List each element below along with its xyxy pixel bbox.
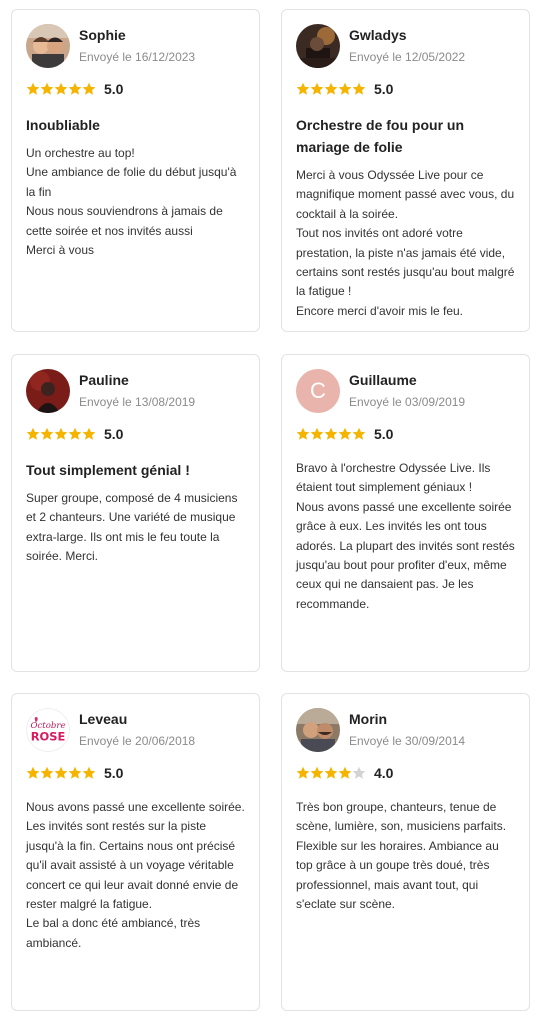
review-header: Gwladys Envoyé le 12/05/2022 (296, 24, 515, 68)
star-filled-icon (82, 82, 96, 95)
star-filled-icon (40, 766, 54, 779)
rating: 5.0 (26, 80, 245, 98)
star-rating (26, 766, 96, 780)
rating: 5.0 (26, 764, 245, 782)
star-filled-icon (82, 766, 96, 779)
review-date: Envoyé le 13/08/2019 (79, 394, 196, 409)
review-body: Super groupe, composé de 4 musiciens et … (26, 491, 238, 564)
star-empty-icon (352, 766, 366, 779)
star-rating (26, 427, 96, 441)
star-filled-icon (68, 766, 82, 779)
review-date: Envoyé le 16/12/2023 (79, 49, 196, 64)
star-rating (26, 82, 96, 96)
star-filled-icon (82, 427, 96, 440)
review-header: Pauline Envoyé le 13/08/2019 (26, 369, 245, 413)
avatar (26, 24, 70, 68)
review-date: Envoyé le 20/06/2018 (79, 733, 196, 748)
star-filled-icon (324, 82, 338, 95)
rating: 5.0 (26, 425, 245, 443)
star-filled-icon (40, 82, 54, 95)
star-filled-icon (310, 766, 324, 779)
review-body: Bravo à l'orchestre Odyssée Live. Ils ét… (296, 461, 515, 611)
rating: 5.0 (296, 425, 515, 443)
rating-score: 5.0 (104, 81, 124, 97)
star-filled-icon (296, 427, 310, 440)
star-filled-icon (26, 82, 40, 95)
star-filled-icon (324, 427, 338, 440)
review-card: Octobre ROSE Leveau Envoyé le 20/06/2018… (11, 693, 260, 1011)
review-header: C Guillaume Envoyé le 03/09/2019 (296, 369, 515, 413)
rating-score: 5.0 (374, 81, 394, 97)
reviewer-name: Leveau (79, 710, 128, 727)
review-date: Envoyé le 12/05/2022 (349, 49, 466, 64)
star-rating (296, 82, 366, 96)
rating-score: 5.0 (104, 426, 124, 442)
star-filled-icon (338, 427, 352, 440)
reviewer-name: Morin (349, 710, 388, 727)
rating: 4.0 (296, 764, 515, 782)
review-header: Morin Envoyé le 30/09/2014 (296, 708, 515, 752)
star-filled-icon (54, 766, 68, 779)
review-title: Tout simplement génial ! (26, 462, 190, 478)
review-date: Envoyé le 30/09/2014 (349, 733, 466, 748)
review-title: Inoubliable (26, 117, 100, 133)
star-filled-icon (26, 766, 40, 779)
review-card: C Guillaume Envoyé le 03/09/2019 5.0 Bra… (281, 354, 530, 672)
rating-score: 5.0 (374, 426, 394, 442)
review-card: Pauline Envoyé le 13/08/2019 5.0 Tout si… (11, 354, 260, 672)
svg-text:ROSE: ROSE (31, 730, 66, 744)
review-body: Merci à vous Odyssée Live pour ce magnif… (296, 168, 515, 318)
star-filled-icon (68, 82, 82, 95)
reviewer-name: Sophie (79, 26, 126, 43)
star-filled-icon (40, 427, 54, 440)
star-filled-icon (310, 82, 324, 95)
star-filled-icon (296, 82, 310, 95)
review-header: Octobre ROSE Leveau Envoyé le 20/06/2018 (26, 708, 245, 752)
star-filled-icon (296, 766, 310, 779)
star-filled-icon (352, 82, 366, 95)
rating-score: 5.0 (104, 765, 124, 781)
reviewer-name: Guillaume (349, 371, 417, 388)
star-rating (296, 766, 366, 780)
review-body: Nous avons passé une excellente soirée. … (26, 800, 245, 950)
review-header: Sophie Envoyé le 16/12/2023 (26, 24, 245, 68)
reviewer-name: Pauline (79, 371, 129, 388)
reviews-grid: Sophie Envoyé le 16/12/2023 5.0 Inoublia… (0, 0, 542, 1024)
star-rating (296, 427, 366, 441)
star-filled-icon (68, 427, 82, 440)
rating: 5.0 (296, 80, 515, 98)
avatar (296, 24, 340, 68)
star-filled-icon (324, 766, 338, 779)
avatar (26, 369, 70, 413)
review-card: Morin Envoyé le 30/09/2014 4.0 Très bon … (281, 693, 530, 1011)
reviewer-name: Gwladys (349, 26, 407, 43)
star-filled-icon (338, 766, 352, 779)
star-filled-icon (54, 82, 68, 95)
avatar (296, 708, 340, 752)
star-filled-icon (26, 427, 40, 440)
avatar: Octobre ROSE (26, 708, 70, 752)
avatar-letter: C (296, 369, 340, 413)
star-filled-icon (352, 427, 366, 440)
review-title: Orchestre de fou pour un mariage de foli… (296, 117, 465, 155)
review-body: Très bon groupe, chanteurs, tenue de scè… (296, 800, 507, 912)
review-card: Sophie Envoyé le 16/12/2023 5.0 Inoublia… (11, 9, 260, 332)
star-filled-icon (310, 427, 324, 440)
review-body: Un orchestre au top! Une ambiance de fol… (26, 146, 237, 258)
review-card: Gwladys Envoyé le 12/05/2022 5.0 Orchest… (281, 9, 530, 332)
star-filled-icon (54, 427, 68, 440)
review-date: Envoyé le 03/09/2019 (349, 394, 466, 409)
rating-score: 4.0 (374, 765, 394, 781)
star-filled-icon (338, 82, 352, 95)
